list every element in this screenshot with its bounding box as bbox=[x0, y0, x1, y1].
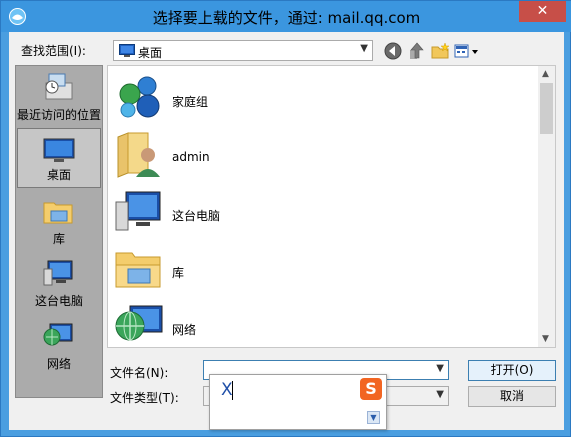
window-title: 选择要上载的文件，通过: mail.qq.com bbox=[152, 9, 421, 27]
list-item-label: 网络 bbox=[172, 323, 197, 337]
back-icon[interactable] bbox=[383, 41, 403, 61]
network-icon bbox=[115, 305, 163, 341]
homegroup-icon bbox=[119, 76, 160, 118]
text-caret bbox=[232, 381, 233, 400]
place-label: 网络 bbox=[46, 357, 71, 371]
list-item-label: 家庭组 bbox=[172, 95, 209, 109]
file-type-label: 文件类型(T): bbox=[110, 391, 179, 405]
place-label: 这台电脑 bbox=[34, 294, 83, 308]
cancel-button[interactable]: 取消 bbox=[468, 386, 556, 407]
desktop-icon bbox=[43, 138, 75, 162]
recent-places-icon bbox=[45, 73, 73, 100]
chevron-down-icon[interactable]: ▼ bbox=[542, 334, 549, 344]
library-icon bbox=[115, 252, 161, 288]
network-icon bbox=[43, 323, 73, 346]
place-library[interactable]: 库 bbox=[17, 191, 101, 251]
ime-composition-text: X bbox=[221, 380, 233, 400]
place-recent[interactable]: 最近访问的位置 bbox=[17, 67, 101, 127]
place-label: 库 bbox=[52, 232, 65, 246]
look-in-label: 查找范围(I): bbox=[21, 44, 86, 58]
library-icon bbox=[43, 202, 73, 224]
close-button[interactable]: ✕ bbox=[519, 1, 566, 22]
file-list[interactable]: 家庭组 admin 这台电脑 库 网络 ▲ ▼ bbox=[107, 65, 556, 348]
list-item[interactable]: 网络 bbox=[114, 300, 414, 354]
scrollbar-thumb[interactable] bbox=[540, 83, 553, 134]
file-dialog-window: 选择要上载的文件，通过: mail.qq.com ✕ 查找范围(I): 桌面 ▼ bbox=[0, 0, 571, 437]
chevron-up-icon[interactable]: ▲ bbox=[542, 69, 549, 79]
list-item[interactable]: admin bbox=[114, 129, 414, 183]
expand-candidates-icon[interactable]: ▼ bbox=[367, 411, 380, 424]
file-name-label: 文件名(N): bbox=[110, 366, 169, 380]
user-folder-icon bbox=[117, 132, 160, 178]
up-folder-icon[interactable] bbox=[407, 41, 427, 61]
open-button[interactable]: 打开(O) bbox=[468, 360, 556, 381]
desktop-icon bbox=[119, 44, 135, 57]
ime-candidate-window[interactable]: X S ▼ bbox=[209, 374, 387, 430]
list-item-label: 这台电脑 bbox=[172, 209, 221, 223]
place-network[interactable]: 网络 bbox=[17, 316, 101, 376]
chevron-down-icon[interactable]: ▼ bbox=[436, 363, 444, 374]
look-in-value: 桌面 bbox=[138, 46, 163, 60]
places-bar: 最近访问的位置 桌面 库 这台电脑 网络 bbox=[15, 65, 103, 398]
dialog-client-area: 查找范围(I): 桌面 ▼ 最近访问的位置 桌面 库 这台电脑 网络 家庭组 a… bbox=[9, 32, 564, 430]
place-label: 桌面 bbox=[46, 168, 71, 182]
list-item[interactable]: 家庭组 bbox=[114, 72, 414, 126]
chevron-down-icon: ▼ bbox=[360, 43, 368, 54]
vertical-scrollbar[interactable]: ▲ ▼ bbox=[538, 66, 555, 347]
list-item[interactable]: 这台电脑 bbox=[114, 186, 414, 240]
title-bar[interactable]: 选择要上载的文件，通过: mail.qq.com ✕ bbox=[1, 1, 571, 32]
place-desktop[interactable]: 桌面 bbox=[17, 128, 101, 188]
list-item-label: 库 bbox=[172, 266, 185, 280]
look-in-combo[interactable]: 桌面 ▼ bbox=[113, 40, 373, 61]
view-menu-icon[interactable] bbox=[453, 41, 481, 61]
list-item-label: admin bbox=[172, 150, 210, 164]
place-label: 最近访问的位置 bbox=[17, 108, 102, 122]
new-folder-icon[interactable] bbox=[430, 41, 450, 61]
ime-logo-icon[interactable]: S bbox=[360, 378, 382, 400]
chevron-down-icon[interactable]: ▼ bbox=[436, 389, 444, 400]
list-item[interactable]: 库 bbox=[114, 243, 414, 297]
computer-icon bbox=[115, 191, 161, 231]
place-this-pc[interactable]: 这台电脑 bbox=[17, 253, 101, 313]
computer-icon bbox=[43, 260, 73, 286]
